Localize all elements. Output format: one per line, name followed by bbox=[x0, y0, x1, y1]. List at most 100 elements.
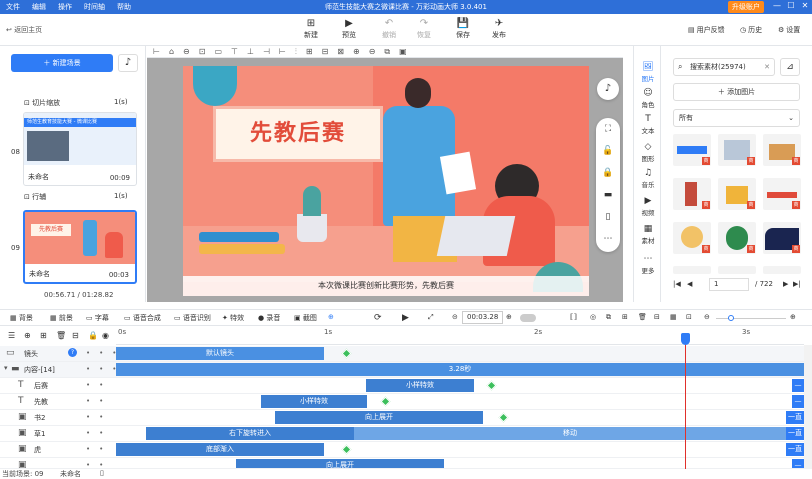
scene-lock-icon[interactable]: ▯ bbox=[100, 469, 104, 477]
tts-button[interactable]: ▭ 语音合成 bbox=[124, 313, 161, 323]
group-icon[interactable]: ⊞ bbox=[40, 331, 47, 340]
redo-button[interactable]: ↷ 恢复 bbox=[409, 18, 439, 40]
category-select[interactable]: 所有 ⌄ bbox=[673, 109, 800, 127]
track-toggles[interactable]: •• bbox=[86, 461, 112, 468]
track-end-badge[interactable]: 一直 bbox=[786, 443, 804, 456]
asset-thumbnail[interactable]: 商 bbox=[673, 134, 711, 166]
next-page-icon[interactable]: ▶ bbox=[783, 280, 788, 288]
add-time-icon[interactable]: ⊕ bbox=[506, 313, 512, 321]
unlock-icon[interactable]: 🔓 bbox=[596, 140, 620, 162]
toggle-switch[interactable] bbox=[520, 314, 536, 322]
transition-item[interactable]: ⊡ 切片缩放 1(s) bbox=[24, 98, 128, 108]
nav-music[interactable]: ♫ 音乐 bbox=[634, 168, 662, 189]
nav-shape[interactable]: ◇ 图形 bbox=[634, 142, 662, 163]
delete-track-icon[interactable]: 🗑 bbox=[56, 331, 66, 340]
asset-thumbnail[interactable]: 商 bbox=[673, 222, 711, 254]
more-tools-icon[interactable]: ⊕ bbox=[328, 313, 334, 321]
new-scene-button[interactable]: ＋ 新建场景 bbox=[11, 54, 113, 72]
keyframe-marker[interactable] bbox=[486, 380, 497, 391]
lock-icon[interactable]: 🔒 bbox=[88, 331, 98, 340]
asset-thumbnail[interactable]: 商 bbox=[718, 222, 756, 254]
timeline-bar[interactable]: 向上展开 bbox=[236, 459, 444, 468]
screen-icon[interactable]: ▬ bbox=[596, 184, 620, 206]
track-toggles[interactable]: •• bbox=[86, 381, 112, 389]
timeline-bar[interactable]: 移动 bbox=[354, 427, 786, 440]
track-toggles[interactable]: •• bbox=[86, 413, 112, 421]
filter-button[interactable]: ⊿ bbox=[780, 58, 800, 76]
track-image[interactable]: ▣ 草1 •• 右下旋转进入 移动 一直 bbox=[0, 426, 812, 442]
asset-thumbnail[interactable]: 商 bbox=[718, 134, 756, 166]
zoom-out-icon[interactable]: ⊖ bbox=[704, 313, 710, 321]
timecode-input[interactable]: 00:03.28 bbox=[462, 311, 504, 324]
undo-button[interactable]: ↶ 撤销 bbox=[374, 18, 404, 40]
loop-icon[interactable]: ⟳ bbox=[374, 313, 382, 323]
timeline-bar[interactable]: 默认镜头 bbox=[116, 347, 324, 360]
record-button[interactable]: ● 录音 bbox=[258, 313, 280, 323]
fit-screen-icon[interactable]: ⛶ bbox=[596, 118, 620, 140]
asr-button[interactable]: ▭ 语音识别 bbox=[174, 313, 211, 323]
camera-icon[interactable]: ◎ bbox=[590, 313, 596, 321]
nav-text[interactable]: T 文本 bbox=[634, 114, 662, 135]
feedback-button[interactable]: ▤ 用户反馈 bbox=[688, 25, 725, 35]
track-end-badge[interactable]: — bbox=[792, 459, 804, 468]
timeline-bar[interactable]: 小样特效 bbox=[366, 379, 474, 392]
delete-icon[interactable]: 🗑 bbox=[638, 313, 647, 321]
zoom-slider[interactable] bbox=[716, 318, 786, 319]
track-text[interactable]: T 先教 •• 小样特效 — bbox=[0, 394, 812, 410]
timeline-bar[interactable]: 底部渐入 bbox=[116, 443, 324, 456]
music-toggle[interactable]: ♪ bbox=[597, 78, 619, 100]
scene-music-button[interactable]: ♪ bbox=[118, 54, 138, 72]
timeline-bar[interactable]: 小样特效 bbox=[261, 395, 367, 408]
background-button[interactable]: ▦ 背景 bbox=[10, 313, 33, 323]
track-image[interactable]: ▣ 虎 •• 底部渐入 一直 bbox=[0, 442, 812, 458]
add-image-button[interactable]: ＋ 添加图片 bbox=[673, 83, 800, 101]
clear-icon[interactable]: ✕ bbox=[764, 59, 770, 75]
asset-thumbnail[interactable]: 商 bbox=[673, 178, 711, 210]
track-end-badge[interactable]: 一直 bbox=[786, 411, 804, 424]
track-toggles[interactable]: •• bbox=[86, 397, 112, 405]
play-icon[interactable]: ▶ bbox=[402, 313, 409, 323]
track-camera[interactable]: ▭ 镜头 ? ••• 默认镜头 bbox=[0, 346, 812, 362]
minimize-icon[interactable]: — bbox=[771, 1, 783, 10]
asset-thumbnail[interactable]: 商 bbox=[763, 178, 801, 210]
copy-icon[interactable]: ⧉ bbox=[606, 313, 611, 322]
timeline-bar[interactable]: 向上展开 bbox=[275, 411, 483, 424]
zoom-slider-knob[interactable] bbox=[728, 315, 734, 321]
time-ruler[interactable]: 0s 1s 2s 3s bbox=[116, 327, 804, 345]
asset-thumbnail[interactable] bbox=[673, 266, 711, 274]
expand-icon[interactable]: ☰ bbox=[8, 331, 15, 340]
layer-icon[interactable]: ⊟ bbox=[72, 331, 79, 340]
asset-thumbnail[interactable] bbox=[718, 266, 756, 274]
nav-more[interactable]: ⋯ 更多 bbox=[634, 254, 662, 275]
fit-icon[interactable]: ⊡ bbox=[686, 313, 692, 321]
last-page-icon[interactable]: ▶| bbox=[793, 280, 801, 288]
close-icon[interactable]: ✕ bbox=[799, 1, 811, 10]
eye-icon[interactable]: ◉ bbox=[102, 331, 109, 340]
foreground-button[interactable]: ▦ 前景 bbox=[50, 313, 73, 323]
settings-button[interactable]: ⚙ 设置 bbox=[778, 25, 800, 35]
asset-thumbnail[interactable]: 商 bbox=[763, 134, 801, 166]
align-icon[interactable]: ⊟ bbox=[654, 313, 660, 321]
track-image[interactable]: ▣ 书2 •• 向上展开 一直 bbox=[0, 410, 812, 426]
asset-thumbnail[interactable] bbox=[763, 266, 801, 274]
transition-item[interactable]: ⊡ 行辅 1(s) bbox=[24, 192, 128, 202]
history-button[interactable]: ◷ 历史 bbox=[740, 25, 762, 35]
track-end-badge[interactable]: — bbox=[792, 379, 804, 392]
grid-icon[interactable]: ▦ bbox=[670, 313, 677, 321]
scene-canvas[interactable]: 先教后赛 本次微课比赛创新比赛形势，先教后赛 bbox=[183, 66, 589, 296]
save-button[interactable]: 💾 保存 bbox=[448, 18, 478, 40]
paste-icon[interactable]: ⊞ bbox=[622, 313, 628, 321]
prev-page-icon[interactable]: ◀ bbox=[687, 280, 692, 288]
track-toggles[interactable]: •• bbox=[86, 429, 112, 437]
help-icon[interactable]: ? bbox=[68, 348, 77, 357]
split-icon[interactable]: ⟦⟧ bbox=[570, 313, 577, 321]
timeline-bar[interactable]: 3.28秒 bbox=[116, 363, 804, 376]
search-input[interactable]: ⌕ 搜索素材(25974) ✕ bbox=[673, 58, 775, 76]
preview-button[interactable]: ▶ 预览 bbox=[334, 18, 364, 40]
maximize-icon[interactable]: ☐ bbox=[785, 1, 797, 10]
nav-video[interactable]: ▶ 视频 bbox=[634, 196, 662, 217]
keyframe-marker[interactable] bbox=[341, 444, 352, 455]
scene-card-08[interactable]: 师范生教育技能大赛 - 微课比赛 未命名 00:09 bbox=[23, 112, 137, 186]
track-toggles[interactable]: •• bbox=[86, 445, 112, 453]
align-toolbar[interactable]: ⊢⌂⊖⊡▭⊤⊥⊣⊢⫶⊞⊟⊠⊕⊖⧉▣ bbox=[147, 46, 623, 58]
